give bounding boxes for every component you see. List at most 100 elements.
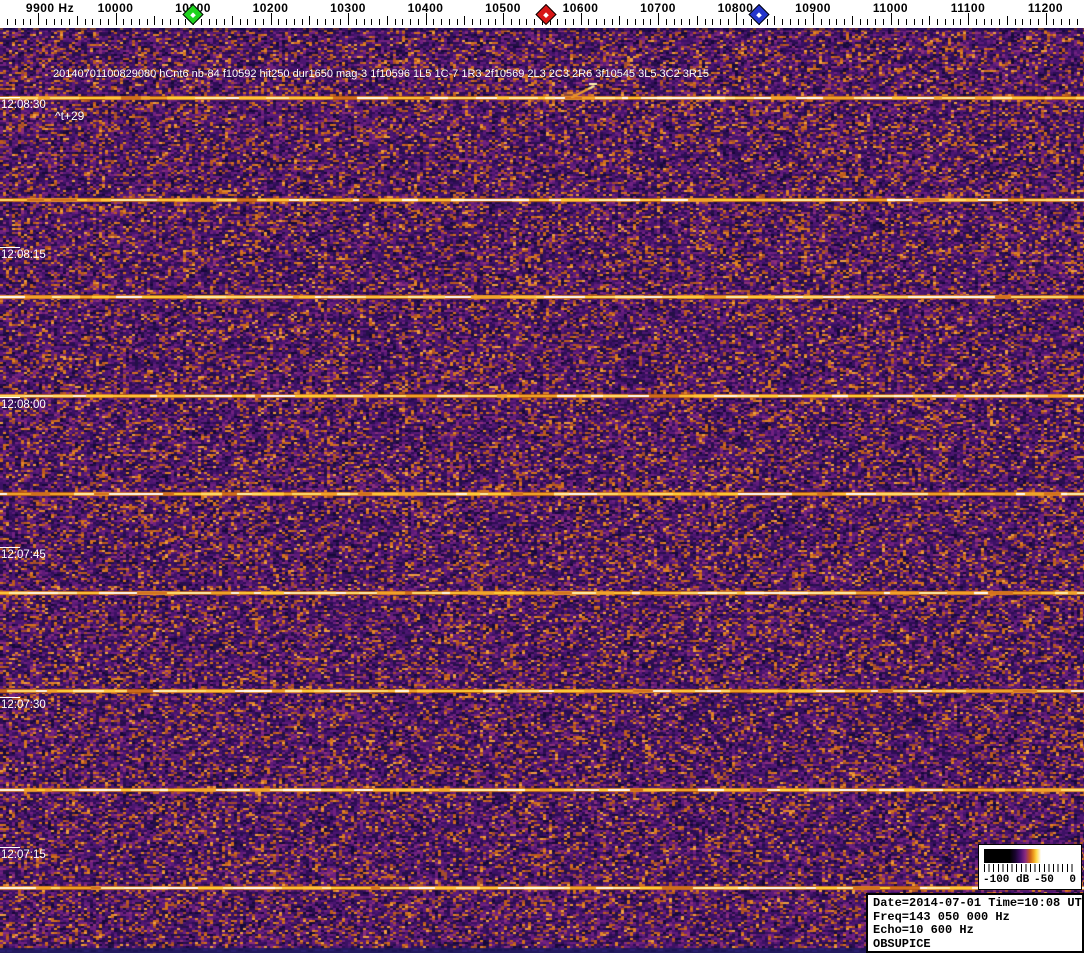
frequency-tick	[449, 19, 450, 25]
frequency-tick	[278, 19, 279, 25]
time-label: 12:08:15	[1, 249, 46, 261]
frequency-tick	[356, 19, 357, 25]
status-info-box: Date=2014-07-01 Time=10:08 UTC Freq=143 …	[866, 893, 1084, 953]
frequency-tick	[519, 19, 520, 25]
frequency-label: 10700	[640, 1, 676, 15]
info-date-time: Date=2014-07-01 Time=10:08 UTC	[873, 897, 1082, 911]
frequency-label: 10300	[330, 1, 366, 15]
frequency-tick	[674, 19, 675, 25]
frequency-tick	[705, 19, 706, 25]
frequency-tick	[829, 19, 830, 25]
frequency-tick	[898, 19, 899, 25]
info-echo: Echo=10 600 Hz	[873, 924, 1082, 938]
frequency-tick	[309, 16, 310, 25]
frequency-label: 10400	[408, 1, 444, 15]
frequency-tick	[23, 19, 24, 25]
frequency-tick	[131, 19, 132, 25]
frequency-tick	[185, 19, 186, 25]
frequency-tick	[61, 19, 62, 25]
marker-center-dot	[756, 12, 762, 18]
frequency-tick	[224, 19, 225, 25]
time-tick-dash	[0, 847, 20, 848]
color-scale-legend: -100 dB -50 0	[978, 844, 1082, 890]
meteor-spectrogram-window: 9900 Hz100001010010200103001040010500106…	[0, 0, 1084, 953]
frequency-tick	[1053, 19, 1054, 25]
frequency-tick	[123, 19, 124, 25]
time-tick-dash	[0, 697, 20, 698]
frequency-tick	[1069, 19, 1070, 25]
frequency-label: 10900	[795, 1, 831, 15]
frequency-tick	[999, 19, 1000, 25]
frequency-ruler: 9900 Hz100001010010200103001040010500106…	[0, 0, 1084, 28]
frequency-tick	[712, 19, 713, 25]
frequency-tick	[433, 19, 434, 25]
frequency-label: 10200	[253, 1, 289, 15]
frequency-tick	[728, 19, 729, 25]
frequency-tick	[697, 16, 698, 25]
frequency-tick	[480, 19, 481, 25]
frequency-tick	[495, 19, 496, 25]
frequency-tick	[1061, 19, 1062, 25]
spectrogram-area: 20140701100829080 hCnt6 nb-84 f10592 hit…	[0, 28, 1084, 953]
legend-tick-ruler	[984, 864, 1076, 872]
frequency-label: 11100	[951, 1, 986, 15]
frequency-tick	[1038, 19, 1039, 25]
frequency-tick	[860, 19, 861, 25]
frequency-tick	[650, 19, 651, 25]
frequency-tick	[836, 19, 837, 25]
frequency-tick	[457, 19, 458, 25]
frequency-tick	[984, 19, 985, 25]
frequency-tick	[15, 19, 16, 25]
frequency-tick	[418, 19, 419, 25]
frequency-tick	[54, 19, 55, 25]
frequency-tick	[30, 19, 31, 25]
frequency-tick	[162, 19, 163, 25]
frequency-label: 10000	[98, 1, 134, 15]
frequency-tick	[875, 19, 876, 25]
frequency-tick	[937, 19, 938, 25]
marker-center-dot	[544, 12, 550, 18]
frequency-tick	[286, 19, 287, 25]
frequency-tick	[410, 19, 411, 25]
frequency-tick	[805, 19, 806, 25]
frequency-tick	[798, 19, 799, 25]
info-frequency: Freq=143 050 000 Hz	[873, 911, 1082, 925]
frequency-tick	[774, 16, 775, 25]
frequency-tick	[92, 19, 93, 25]
frequency-tick	[960, 19, 961, 25]
frequency-tick	[557, 19, 558, 25]
frequency-tick	[1030, 19, 1031, 25]
time-tick-dash	[0, 97, 20, 98]
red-marker-diamond-icon[interactable]	[536, 4, 557, 25]
frequency-tick	[844, 19, 845, 25]
time-label: 12:08:00	[1, 399, 46, 411]
frequency-tick	[619, 16, 620, 25]
frequency-label: 10600	[563, 1, 599, 15]
frequency-tick	[302, 19, 303, 25]
frequency-tick	[883, 19, 884, 25]
frequency-tick	[929, 16, 930, 25]
frequency-tick	[255, 19, 256, 25]
frequency-tick	[85, 19, 86, 25]
frequency-tick	[953, 19, 954, 25]
frequency-tick	[154, 16, 155, 25]
frequency-tick	[666, 19, 667, 25]
frequency-tick	[100, 19, 101, 25]
frequency-tick	[201, 19, 202, 25]
spectrogram-waterfall	[0, 28, 1084, 953]
frequency-tick	[596, 19, 597, 25]
frequency-tick	[767, 19, 768, 25]
frequency-tick	[821, 19, 822, 25]
frequency-tick	[46, 19, 47, 25]
frequency-tick	[7, 19, 8, 25]
frequency-tick	[526, 19, 527, 25]
frequency-tick	[867, 19, 868, 25]
frequency-tick	[364, 19, 365, 25]
time-label: 12:07:30	[1, 699, 46, 711]
frequency-tick	[441, 19, 442, 25]
frequency-tick	[1022, 19, 1023, 25]
frequency-tick	[69, 19, 70, 25]
frequency-tick	[232, 16, 233, 25]
info-station: OBSUPICE	[873, 938, 1082, 952]
frequency-tick	[209, 19, 210, 25]
